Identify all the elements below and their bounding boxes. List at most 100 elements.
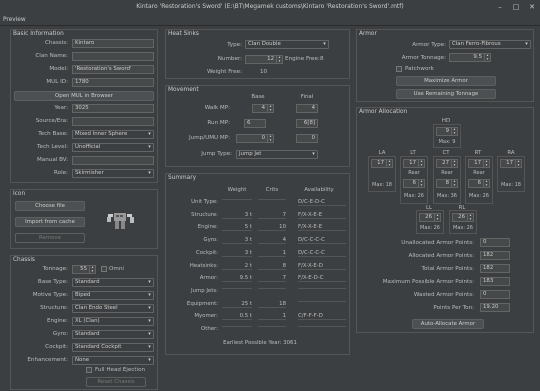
summary-row-crits: 18 — [258, 301, 286, 308]
jump-type-select[interactable]: Jump Jet ▾ — [236, 150, 318, 159]
jump-mp-spinner[interactable]: 0 ▴ ▾ — [236, 134, 274, 143]
la-armor-spinner[interactable]: 17 ▴ ▾ — [371, 159, 393, 168]
rl-armor-spinner[interactable]: 26 ▴ ▾ — [452, 213, 474, 222]
year-label: Year: — [54, 105, 68, 111]
manual-bv-label: Manual BV: — [36, 157, 68, 163]
model-input[interactable]: 'Restoration's Sword' — [72, 65, 154, 74]
la-max: Max: 18 — [372, 182, 392, 188]
jump-mp-value: 0 — [261, 135, 265, 141]
armor-type-value: Clan Ferro-Fibrous — [452, 41, 501, 47]
chevron-down-icon: ▾ — [148, 318, 151, 324]
role-select[interactable]: Skirmisher ▾ — [72, 169, 154, 178]
run-mp-final: 6[8] — [296, 119, 318, 128]
manual-bv-input[interactable] — [72, 156, 154, 165]
spinner-arrows-icon[interactable]: ▴ ▾ — [467, 213, 473, 221]
ra-armor-spinner[interactable]: 17 ▴ ▾ — [500, 159, 522, 168]
spinner-arrows-icon[interactable]: ▴ ▾ — [451, 179, 457, 187]
spinner-arrows-icon[interactable]: ▴ ▾ — [267, 104, 273, 112]
ll-armor-spinner[interactable]: 26 ▴ ▾ — [419, 213, 441, 222]
motive-type-select[interactable]: Biped ▾ — [72, 291, 154, 300]
spinner-arrows-icon[interactable]: ▴ ▾ — [418, 159, 424, 167]
spinner-arrows-icon[interactable]: ▴ ▾ — [451, 159, 457, 167]
tech-base-label: Tech Base: — [38, 131, 68, 137]
tonnage-spinner[interactable]: 55 ▴ ▾ — [72, 265, 96, 274]
maximize-icon[interactable]: □ — [512, 3, 520, 11]
walk-mp-value: 4 — [261, 105, 265, 111]
points-per-ton-label: Points Per Ton: — [433, 305, 474, 311]
summary-availability-header: Availability — [304, 187, 334, 193]
jump-type-label: Jump Type: — [201, 151, 232, 157]
spinner-arrows-icon[interactable]: ▴ ▾ — [418, 179, 424, 187]
omni-checkbox[interactable] — [101, 266, 107, 272]
chassis-name-input[interactable]: Kintaro — [72, 39, 154, 48]
mul-id-input[interactable]: 1780 — [72, 78, 154, 87]
open-mul-button[interactable]: Open MUL in Browser — [14, 91, 154, 101]
auto-allocate-button[interactable]: Auto-Allocate Armor — [412, 319, 484, 329]
spinner-arrows-icon[interactable]: ▴ ▾ — [276, 55, 282, 63]
spinner-arrows-icon[interactable]: ▴ ▾ — [483, 159, 489, 167]
source-era-input[interactable] — [72, 117, 154, 126]
spinner-arrows-icon[interactable]: ▴ ▾ — [434, 213, 440, 221]
armor-tonnage-value: 9.5 — [473, 54, 482, 60]
ra-max: Max: 18 — [501, 182, 521, 188]
remove-icon-button[interactable]: Remove — [15, 233, 85, 243]
year-input[interactable]: 3025 — [72, 104, 154, 113]
armor-tonnage-spinner[interactable]: 9.5 ▴ ▾ — [449, 53, 491, 62]
choose-file-button[interactable]: Choose file — [15, 201, 85, 211]
summary-row-crits: 8 — [258, 263, 286, 270]
heat-number-spinner[interactable]: 12 ▴ ▾ — [245, 55, 283, 64]
weight-free-label: Weight Free: — [206, 69, 242, 75]
gyro-select[interactable]: Standard ▾ — [72, 330, 154, 339]
rt-rear-spinner[interactable]: 6 ▴ ▾ — [468, 179, 490, 188]
armor-type-select[interactable]: Clan Ferro-Fibrous ▾ — [449, 40, 531, 49]
reset-chassis-button[interactable]: Reset Chassis — [86, 377, 146, 387]
enhancement-select[interactable]: None ▾ — [72, 356, 154, 365]
rt-armor-spinner[interactable]: 17 ▴ ▾ — [468, 159, 490, 168]
heat-number-value: 12 — [267, 56, 274, 62]
chevron-down-icon: ▾ — [148, 357, 151, 363]
import-cache-button[interactable]: Import from cache — [15, 217, 85, 227]
use-remaining-tonnage-button[interactable]: Use Remaining Tonnage — [396, 89, 496, 99]
cockpit-select[interactable]: Standard Cockpit ▾ — [72, 343, 154, 352]
spinner-arrows-icon[interactable]: ▴ ▾ — [484, 53, 490, 61]
tech-base-select[interactable]: Mixed Inner Sphere ▾ — [72, 130, 154, 139]
lt-armor-spinner[interactable]: 17 ▴ ▾ — [403, 159, 425, 168]
patchwork-checkbox[interactable] — [396, 66, 402, 72]
structure-select[interactable]: Clan Endo Steel ▾ — [72, 304, 154, 313]
ct-rear-spinner[interactable]: 8 ▴ ▾ — [436, 179, 458, 188]
spinner-arrows-icon[interactable]: ▴ ▾ — [89, 265, 95, 273]
summary-row-label: Gyro: — [203, 237, 218, 244]
summary-row-label: Jump Jets: — [190, 287, 218, 294]
role-label: Role: — [54, 170, 68, 176]
lt-rear-label: Rear — [408, 170, 420, 176]
chevron-down-icon: ▾ — [148, 292, 151, 298]
close-icon[interactable]: ✕ — [528, 3, 536, 11]
clan-name-input[interactable] — [72, 52, 154, 61]
chevron-down-icon: ▾ — [148, 305, 151, 311]
menu-preview[interactable]: Preview — [3, 17, 26, 23]
spinner-arrows-icon[interactable]: ▴ ▾ — [451, 127, 457, 135]
chevron-down-icon: ▾ — [148, 170, 151, 176]
full-head-ejection-checkbox[interactable] — [86, 367, 92, 373]
spinner-arrows-icon[interactable]: ▴ ▾ — [267, 134, 273, 142]
ct-armor-spinner[interactable]: 27 ▴ ▾ — [436, 159, 458, 168]
chassis-name-label: Chassis: — [44, 40, 68, 46]
rt-armor-value: 17 — [474, 160, 481, 166]
spinner-arrows-icon[interactable]: ▴ ▾ — [386, 159, 392, 167]
heat-type-select[interactable]: Clan Double ▾ — [245, 40, 329, 49]
summary-row-availability: F/X-X-E-E — [298, 224, 346, 232]
engine-select[interactable]: XL (Clan) ▾ — [72, 317, 154, 326]
ra-armor-value: 17 — [506, 160, 513, 166]
icon-title: Icon — [13, 191, 26, 197]
lt-rear-spinner[interactable]: 6 ▴ ▾ — [403, 179, 425, 188]
spinner-arrows-icon[interactable]: ▴ ▾ — [515, 159, 521, 167]
tech-level-select[interactable]: Unofficial ▾ — [72, 143, 154, 152]
walk-mp-spinner[interactable]: 4 ▴ ▾ — [252, 104, 274, 113]
hd-armor-spinner[interactable]: 9 ▴ ▾ — [436, 127, 458, 136]
jump-mp-label: Jump/UMU MP: — [189, 135, 230, 141]
movement-final-header: Final — [300, 94, 314, 100]
maximize-armor-button[interactable]: Maximize Armor — [396, 76, 496, 86]
base-type-select[interactable]: Standard ▾ — [72, 278, 154, 287]
minimize-icon[interactable]: – — [496, 3, 504, 11]
spinner-arrows-icon[interactable]: ▴ ▾ — [483, 179, 489, 187]
